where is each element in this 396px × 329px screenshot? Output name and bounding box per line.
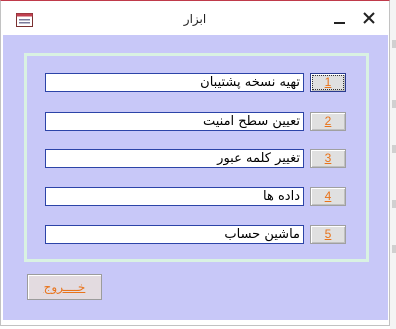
option-label-change-password[interactable]: تغییر کلمه عبور: [45, 149, 304, 168]
exit-button[interactable]: خــــروج: [27, 274, 102, 300]
option-button-1[interactable]: 1: [310, 73, 346, 92]
option-label-calculator[interactable]: ماشین حساب: [45, 225, 304, 244]
option-button-5[interactable]: 5: [310, 225, 346, 244]
title-bar[interactable]: ابزار: [1, 1, 389, 35]
background-edge-mark: [392, 100, 396, 108]
form-body: تهیه نسخه پشتیبان 1 تعیین سطح امنیت 2 تغ…: [3, 35, 388, 320]
close-icon[interactable]: [361, 10, 377, 26]
background-edge-mark: [392, 200, 396, 208]
background-edge-mark: [392, 145, 396, 153]
option-label-backup[interactable]: تهیه نسخه پشتیبان: [45, 73, 304, 92]
window-title: ابزار: [183, 12, 207, 26]
background-edge-mark: [392, 245, 396, 253]
minimize-icon[interactable]: [333, 11, 347, 25]
option-label-security-level[interactable]: تعیین سطح امنیت: [45, 112, 304, 131]
option-label-data[interactable]: داده ها: [45, 187, 304, 206]
option-button-3[interactable]: 3: [310, 149, 346, 168]
background-edge-mark: [392, 40, 396, 48]
option-button-2[interactable]: 2: [310, 112, 346, 131]
tools-window: ابزار تهیه نسخه پشتیبان 1 تعیین سطح امنی…: [0, 0, 390, 326]
background-edge: [390, 0, 396, 329]
option-button-4[interactable]: 4: [310, 187, 346, 206]
